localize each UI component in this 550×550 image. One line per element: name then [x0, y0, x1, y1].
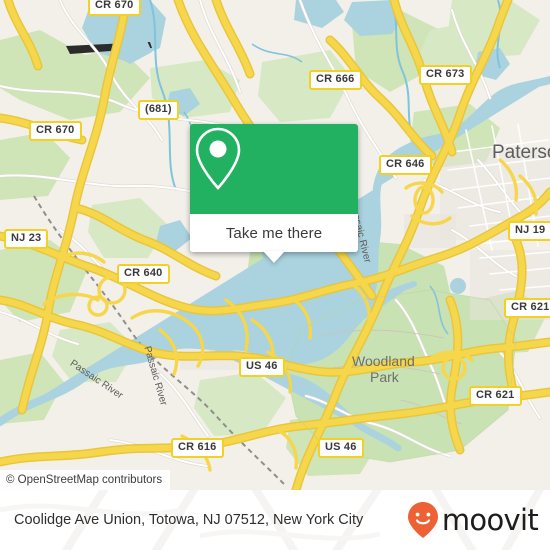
- popup-tail-pointer: [263, 251, 285, 263]
- shield-cr-666[interactable]: CR 666: [309, 70, 362, 90]
- shield-cr-646[interactable]: CR 646: [379, 155, 432, 175]
- place-label-woodland: Woodland: [352, 353, 415, 369]
- shield-us-46-lower[interactable]: US 46: [318, 438, 364, 458]
- take-me-there-button-label: Take me there: [225, 224, 323, 242]
- moovit-wordmark: moovit: [441, 503, 539, 537]
- map-attribution[interactable]: © OpenStreetMap contributors: [0, 470, 171, 490]
- footer-bar: Coolidge Ave Union, Totowa, NJ 07512, Ne…: [0, 490, 550, 550]
- place-label-woodland-park: Park: [370, 369, 399, 385]
- shield-nj-23[interactable]: NJ 23: [4, 229, 49, 249]
- map-pin-icon: [195, 127, 241, 190]
- shield-us-46-upper[interactable]: US 46: [239, 357, 285, 377]
- destination-popup-card[interactable]: Take me there: [190, 124, 358, 263]
- popup-icon-area: [190, 124, 358, 214]
- shield-route-681[interactable]: (681): [138, 100, 179, 120]
- moovit-brand[interactable]: moovit: [406, 500, 539, 540]
- place-label-paterson: Paterson: [492, 142, 550, 163]
- shield-cr-616[interactable]: CR 616: [171, 438, 224, 458]
- moovit-pin-smiley-icon: [407, 502, 438, 538]
- shield-cr-621-lower[interactable]: CR 621: [469, 386, 522, 406]
- moovit-map-screen: .water{fill:#aad3df;} .stream{stroke:#7f…: [0, 0, 550, 550]
- shield-cr-670-top[interactable]: CR 670: [88, 0, 141, 16]
- attribution-text: © OpenStreetMap contributors: [6, 474, 163, 486]
- shield-cr-621-upper[interactable]: CR 621: [504, 298, 550, 318]
- shield-nj-19[interactable]: NJ 19: [508, 221, 550, 241]
- map-canvas[interactable]: .water{fill:#aad3df;} .stream{stroke:#7f…: [0, 0, 550, 490]
- location-title: Coolidge Ave Union, Totowa, NJ 07512, Ne…: [14, 512, 364, 528]
- shield-cr-670[interactable]: CR 670: [29, 121, 82, 141]
- shield-cr-673[interactable]: CR 673: [419, 65, 472, 85]
- footer-content: Coolidge Ave Union, Totowa, NJ 07512, Ne…: [0, 490, 550, 550]
- popup-action-area[interactable]: Take me there: [190, 214, 358, 263]
- shield-cr-640[interactable]: CR 640: [117, 264, 170, 284]
